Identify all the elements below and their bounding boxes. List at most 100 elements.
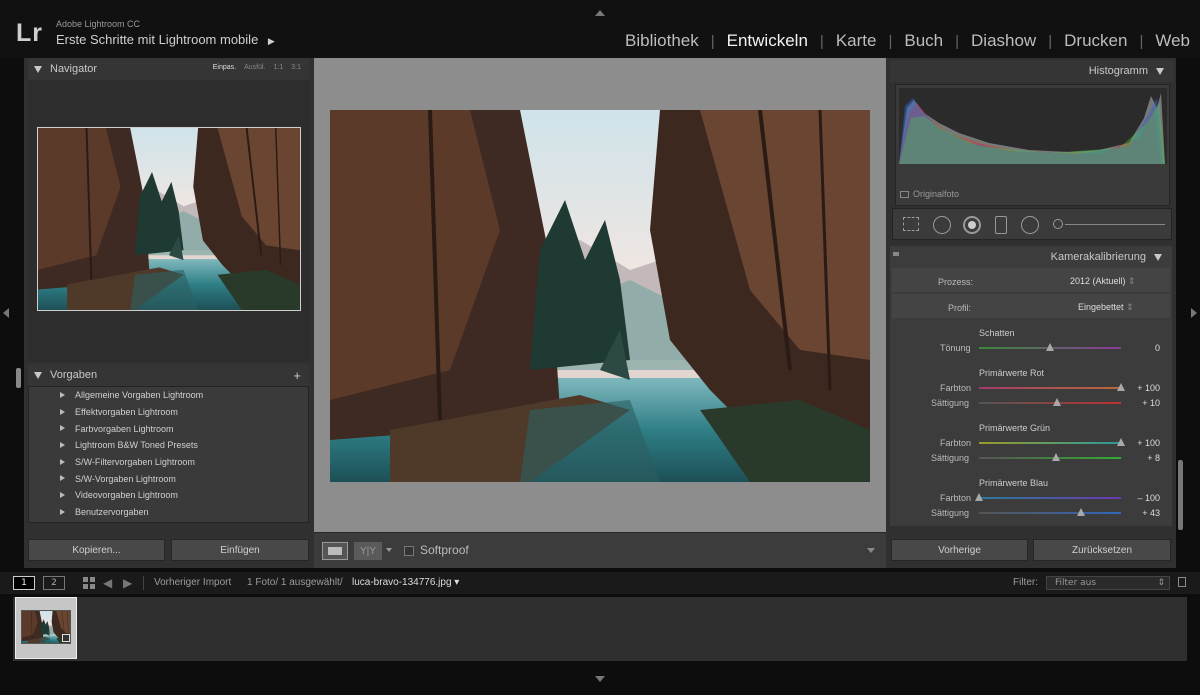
- filter-lock-icon[interactable]: [1178, 577, 1186, 587]
- collapse-left-icon[interactable]: [3, 308, 9, 318]
- presets-header[interactable]: Vorgaben +: [28, 364, 309, 386]
- collapse-triangle-icon[interactable]: [34, 371, 42, 379]
- zoom-fill[interactable]: Ausfül.: [244, 64, 265, 71]
- red-saturation-slider[interactable]: [979, 402, 1121, 404]
- zoom-fit[interactable]: Einpas.: [213, 64, 236, 71]
- grid-icon[interactable]: [83, 577, 95, 589]
- before-after-icon[interactable]: Y|Y: [354, 542, 382, 560]
- source-label[interactable]: Vorheriger Import: [154, 577, 231, 588]
- view-2-button[interactable]: 2: [43, 576, 65, 590]
- spot-removal-icon[interactable]: [933, 216, 951, 234]
- blue-saturation-slider[interactable]: [979, 512, 1121, 514]
- expand-triangle-icon[interactable]: [60, 475, 65, 482]
- slider-knob[interactable]: [1077, 508, 1086, 516]
- slider-knob[interactable]: [1046, 343, 1054, 351]
- green-hue-slider[interactable]: [979, 442, 1121, 444]
- preset-folder[interactable]: S/W-Vorgaben Lightroom: [29, 470, 308, 487]
- red-hue-value[interactable]: + 100: [1120, 383, 1160, 393]
- slider-knob[interactable]: [975, 493, 983, 501]
- collapse-top-icon[interactable]: [595, 10, 605, 16]
- histogram-header[interactable]: Histogramm: [890, 60, 1174, 82]
- profile-select[interactable]: Eingebettet ⇕: [1078, 302, 1134, 313]
- calibration-header[interactable]: Kamerakalibrierung: [1051, 251, 1162, 263]
- arrow-right-icon[interactable]: ▶: [123, 576, 132, 590]
- green-hue-value[interactable]: + 100: [1120, 438, 1160, 448]
- radial-filter-icon[interactable]: [1021, 216, 1039, 234]
- preset-folder[interactable]: Lightroom B&W Toned Presets: [29, 437, 308, 454]
- view-1-button[interactable]: 1: [13, 576, 35, 590]
- left-scrollbar[interactable]: [16, 368, 21, 388]
- expand-triangle-icon[interactable]: [60, 442, 65, 449]
- expand-triangle-icon[interactable]: [60, 458, 65, 465]
- green-saturation-slider[interactable]: [979, 457, 1121, 459]
- collapse-triangle-icon[interactable]: [1156, 67, 1164, 75]
- crop-tool-icon[interactable]: [903, 217, 919, 231]
- loupe-view-icon[interactable]: [322, 542, 348, 560]
- slider-knob[interactable]: [1053, 398, 1062, 406]
- brush-size-slider[interactable]: [1065, 224, 1165, 225]
- main-photo[interactable]: [330, 110, 870, 482]
- original-photo-checkbox[interactable]: [900, 191, 909, 198]
- filter-label: Filter:: [1013, 577, 1038, 588]
- red-hue-slider[interactable]: [979, 387, 1121, 389]
- module-diashow[interactable]: Diashow: [959, 31, 1048, 51]
- module-drucken[interactable]: Drucken: [1052, 31, 1139, 51]
- module-entwickeln[interactable]: Entwickeln: [715, 31, 820, 51]
- previous-button[interactable]: Vorherige: [891, 539, 1028, 561]
- play-icon[interactable]: ▶: [268, 36, 275, 46]
- preset-folder[interactable]: Videovorgaben Lightroom: [29, 487, 308, 504]
- add-preset-icon[interactable]: +: [293, 368, 301, 383]
- expand-triangle-icon[interactable]: [60, 425, 65, 432]
- preset-folder[interactable]: Benutzervorgaben: [29, 504, 308, 521]
- collapse-triangle-icon[interactable]: [1154, 253, 1162, 261]
- expand-triangle-icon[interactable]: [60, 508, 65, 515]
- module-bibliothek[interactable]: Bibliothek: [613, 31, 711, 51]
- preset-folder-label: Videovorgaben Lightroom: [75, 490, 178, 501]
- navigator-thumbnail[interactable]: [37, 127, 301, 311]
- chevron-down-icon[interactable]: [386, 548, 392, 552]
- expand-triangle-icon[interactable]: [60, 392, 65, 398]
- collapse-bottom-icon[interactable]: [595, 676, 605, 682]
- module-karte[interactable]: Karte: [824, 31, 889, 51]
- zoom-1-1[interactable]: 1:1: [274, 64, 284, 71]
- zoom-3-1[interactable]: 3:1: [291, 64, 301, 71]
- filter-select[interactable]: Filter aus ⇕: [1046, 576, 1170, 590]
- preset-folder-label: S/W-Vorgaben Lightroom: [75, 473, 176, 484]
- blue-hue-value[interactable]: – 100: [1120, 493, 1160, 503]
- toolbar-menu-icon[interactable]: [867, 548, 875, 553]
- process-value: 2012 (Aktuell): [1070, 276, 1126, 286]
- collapse-triangle-icon[interactable]: [34, 65, 42, 73]
- process-label: Prozess:: [938, 277, 974, 287]
- softproof-checkbox[interactable]: [404, 546, 414, 556]
- expand-triangle-icon[interactable]: [60, 408, 65, 415]
- catalog-title[interactable]: Erste Schritte mit Lightroom mobile ▶: [56, 32, 275, 47]
- blue-saturation-value[interactable]: + 43: [1120, 508, 1160, 518]
- blue-hue-slider[interactable]: [979, 497, 1121, 499]
- filename-label[interactable]: luca-bravo-134776.jpg ▾: [352, 577, 459, 588]
- slider-knob[interactable]: [1051, 453, 1060, 461]
- preset-folder[interactable]: S/W-Filtervorgaben Lightroom: [29, 454, 308, 471]
- preset-folder[interactable]: Effektvorgaben Lightroom: [29, 404, 308, 421]
- green-saturation-value[interactable]: + 8: [1120, 453, 1160, 463]
- copy-button[interactable]: Kopieren...: [28, 539, 165, 561]
- graduated-filter-icon[interactable]: [995, 216, 1007, 234]
- brush-icon[interactable]: [1053, 219, 1063, 229]
- navigator-header[interactable]: Navigator Einpas. Ausfül. 1:1 3:1: [28, 58, 309, 80]
- filmstrip-thumbnail[interactable]: [15, 597, 77, 659]
- right-scrollbar[interactable]: [1178, 460, 1183, 530]
- red-eye-icon[interactable]: [963, 216, 981, 234]
- module-buch[interactable]: Buch: [892, 31, 955, 51]
- preset-folder[interactable]: Farbvorgaben Lightroom: [29, 420, 308, 437]
- paste-button[interactable]: Einfügen: [171, 539, 309, 561]
- process-select[interactable]: 2012 (Aktuell) ⇕: [1070, 276, 1136, 287]
- expand-triangle-icon[interactable]: [60, 492, 65, 499]
- arrow-left-icon[interactable]: ◀: [103, 576, 112, 590]
- histogram[interactable]: Originalfoto: [895, 84, 1170, 206]
- panel-switch-icon[interactable]: [893, 252, 899, 256]
- shadows-tint-value[interactable]: 0: [1120, 343, 1160, 353]
- reset-button[interactable]: Zurücksetzen: [1033, 539, 1171, 561]
- red-saturation-value[interactable]: + 10: [1120, 398, 1160, 408]
- preset-folder[interactable]: Allgemeine Vorgaben Lightroom: [29, 387, 308, 404]
- collapse-right-icon[interactable]: [1191, 308, 1197, 318]
- module-web[interactable]: Web: [1143, 31, 1200, 51]
